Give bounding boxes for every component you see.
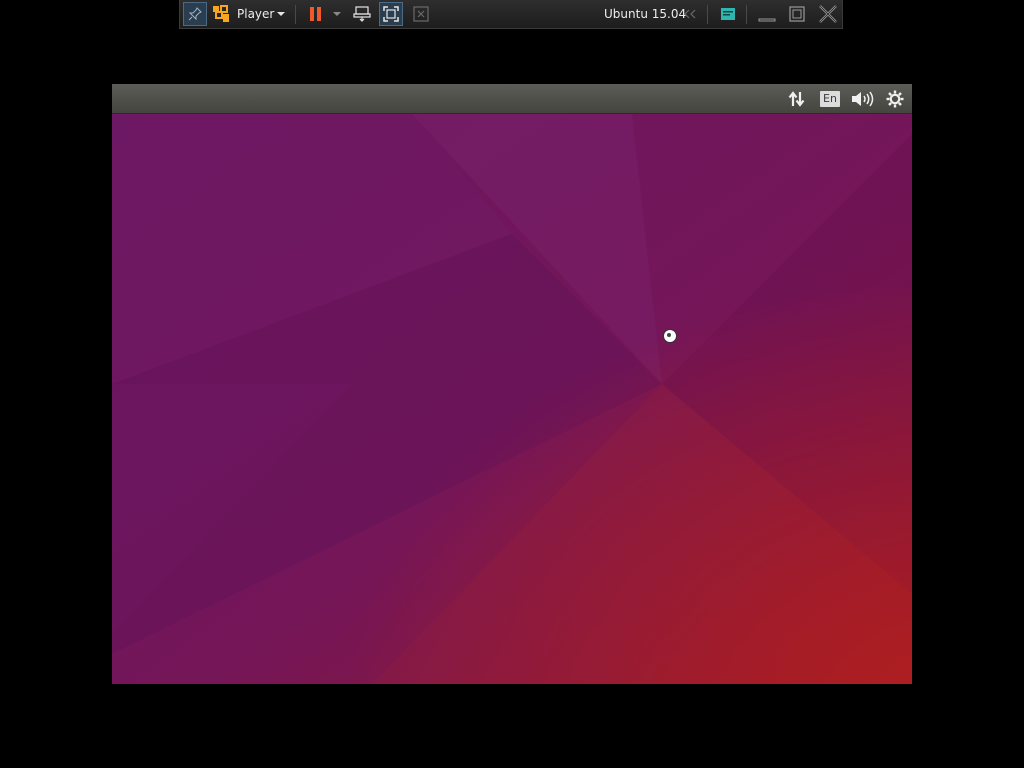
restore-button[interactable]: [786, 0, 808, 28]
pin-icon: [188, 7, 202, 21]
desktop-wallpaper[interactable]: [112, 114, 912, 684]
minimize-button[interactable]: [756, 0, 778, 28]
close-button[interactable]: [816, 0, 840, 28]
close-icon: [819, 5, 837, 23]
ubuntu-top-panel: En: [112, 84, 912, 114]
keyboard-layout-label: En: [820, 91, 840, 107]
player-toolbar: Player Ubuntu 15.04: [179, 0, 843, 29]
vm-name-text: Ubuntu 15.04: [604, 7, 687, 21]
player-menu-button[interactable]: Player: [237, 0, 274, 28]
volume-icon: [852, 91, 874, 107]
restore-icon: [789, 6, 805, 22]
library-button[interactable]: [717, 0, 739, 28]
toolbar-divider: [746, 5, 747, 24]
fullscreen-icon: [383, 6, 399, 22]
network-indicator[interactable]: [786, 88, 808, 110]
chevron-down-icon[interactable]: [275, 0, 287, 28]
double-chevron-left-icon[interactable]: [682, 0, 698, 28]
sound-indicator[interactable]: [850, 88, 876, 110]
unity-icon: [413, 6, 429, 22]
toolbar-divider: [707, 5, 708, 24]
send-ctrl-alt-del-button[interactable]: [351, 0, 373, 28]
unity-mode-button[interactable]: [410, 0, 432, 28]
fullscreen-button[interactable]: [379, 2, 403, 26]
send-ctrl-alt-del-icon: [353, 6, 371, 22]
session-indicator[interactable]: [884, 88, 906, 110]
pause-icon: [310, 7, 321, 21]
guest-screen[interactable]: En: [112, 84, 912, 684]
pin-toolbar-button[interactable]: [183, 2, 207, 26]
pause-button[interactable]: [306, 0, 326, 28]
vm-name-label: Ubuntu 15.04: [604, 0, 686, 28]
gear-icon: [886, 90, 904, 108]
player-menu-label: Player: [237, 7, 275, 21]
network-icon: [788, 91, 805, 107]
library-icon: [721, 8, 735, 20]
keyboard-layout-indicator[interactable]: En: [819, 88, 841, 110]
busy-cursor-icon: [663, 329, 677, 343]
wallpaper-pattern: [112, 114, 912, 684]
minimize-icon: [758, 18, 776, 22]
player-logo-icon[interactable]: [211, 0, 231, 28]
toolbar-divider: [295, 5, 296, 24]
chevron-down-icon[interactable]: [331, 0, 343, 28]
